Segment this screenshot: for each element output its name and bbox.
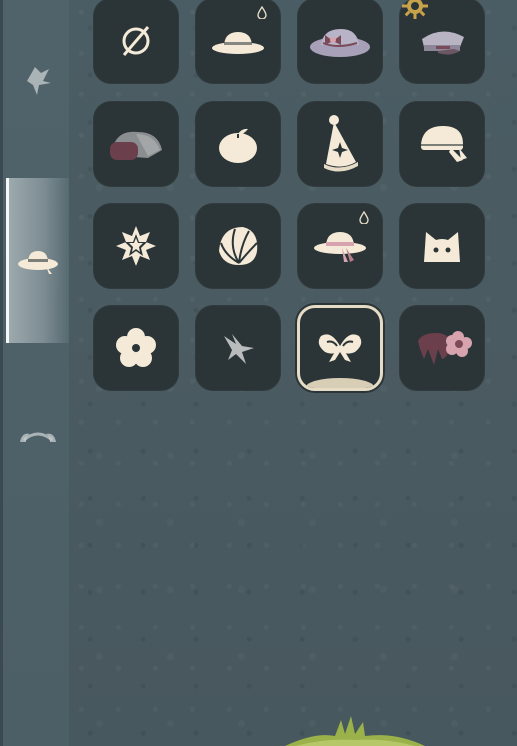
item-slot-cat-ears[interactable] bbox=[399, 203, 485, 289]
gear-icon bbox=[402, 0, 428, 19]
drop-icon bbox=[359, 211, 369, 224]
captain-cap-icon bbox=[422, 31, 464, 55]
drop-icon bbox=[257, 6, 267, 19]
sun-hat-icon bbox=[212, 32, 264, 54]
seashell-icon bbox=[219, 227, 258, 265]
item-slot-rock-hat[interactable] bbox=[93, 101, 179, 187]
horns-icon bbox=[19, 432, 56, 442]
item-slot-captain-cap[interactable] bbox=[399, 0, 485, 84]
bow-icon bbox=[318, 334, 362, 362]
tab-hats[interactable] bbox=[6, 178, 69, 343]
item-slot-ribbon-sun-hat[interactable] bbox=[297, 203, 383, 289]
bow-bonnet-icon bbox=[310, 29, 370, 57]
item-slot-party-hat[interactable] bbox=[297, 101, 383, 187]
star-badge-icon bbox=[116, 226, 156, 266]
none-icon bbox=[122, 26, 150, 56]
item-slot-flower-claw-clip[interactable] bbox=[399, 305, 485, 391]
bird-clip-icon bbox=[224, 334, 254, 364]
item-slot-sun-hat[interactable] bbox=[195, 0, 281, 84]
hair-icon bbox=[26, 67, 51, 95]
grass-decoration bbox=[285, 716, 425, 746]
item-slot-seashell[interactable] bbox=[195, 203, 281, 289]
item-slot-bow[interactable] bbox=[297, 305, 383, 391]
beret-icon bbox=[421, 126, 467, 162]
item-slot-bird-clip[interactable] bbox=[195, 305, 281, 391]
item-slot-star-badge[interactable] bbox=[93, 203, 179, 289]
party-hat-icon bbox=[324, 115, 358, 172]
category-sidebar bbox=[0, 0, 69, 746]
tab-hair[interactable] bbox=[6, 38, 69, 120]
selection-pedestal bbox=[306, 378, 374, 388]
item-slot-beret[interactable] bbox=[399, 101, 485, 187]
peach-icon bbox=[219, 128, 257, 163]
ribbon-sun-hat-icon bbox=[314, 232, 366, 262]
rock-hat-icon bbox=[110, 131, 162, 160]
flower-icon bbox=[116, 328, 156, 367]
cat-ears-icon bbox=[424, 232, 460, 262]
flower-claw-clip-icon bbox=[418, 331, 472, 365]
tab-horns[interactable] bbox=[6, 398, 69, 480]
item-slot-flower[interactable] bbox=[93, 305, 179, 391]
sun-hat-icon bbox=[17, 250, 58, 274]
item-slot-bow-bonnet[interactable] bbox=[297, 0, 383, 84]
item-slot-peach[interactable] bbox=[195, 101, 281, 187]
item-slot-none[interactable] bbox=[93, 0, 179, 84]
